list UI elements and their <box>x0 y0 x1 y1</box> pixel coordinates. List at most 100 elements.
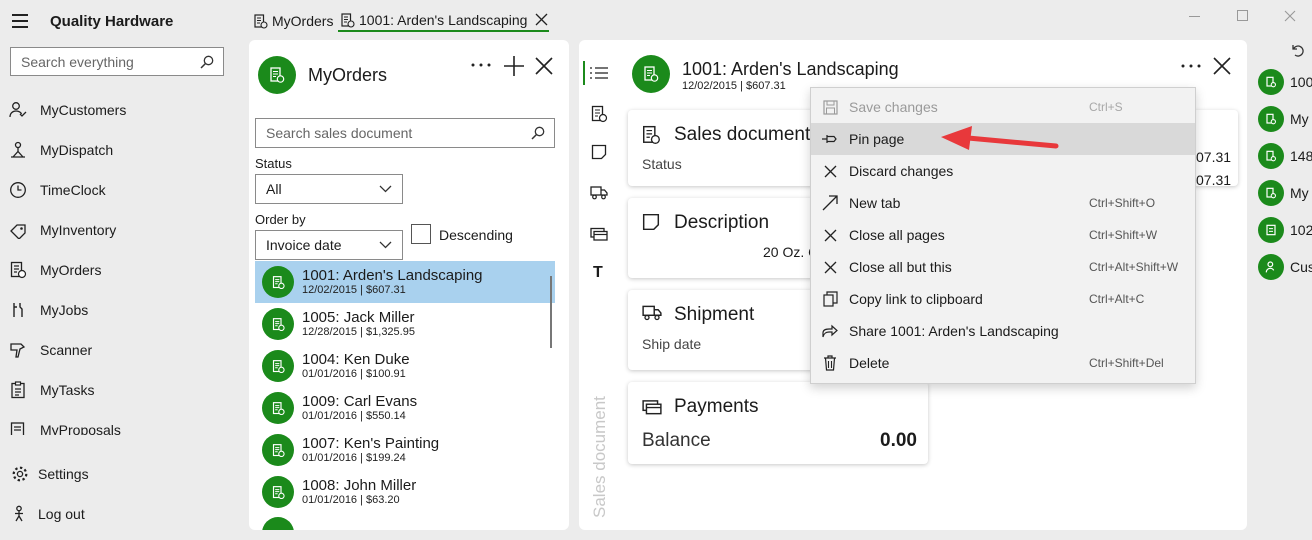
order-sub: 12/02/2015 | $607.31 <box>302 284 406 296</box>
order-row[interactable]: 1007: Ken's Painting 01/01/2016 | $199.24 <box>255 429 555 471</box>
order-row[interactable]: 1001: Arden's Landscaping 12/02/2015 | $6… <box>255 261 555 303</box>
recent-item[interactable]: My <box>1258 180 1309 206</box>
more-options-icon[interactable] <box>471 63 491 67</box>
tab-arden-landscaping[interactable]: 1001: Arden's Landscaping <box>338 10 550 32</box>
tasks-icon <box>0 381 40 399</box>
close-icon[interactable] <box>1213 57 1231 75</box>
description-text: 20 Oz. C <box>763 244 811 260</box>
sales-document-search[interactable] <box>255 118 555 148</box>
order-row[interactable]: 1009: Carl Evans 01/01/2016 | $550.14 <box>255 387 555 429</box>
search-icon[interactable] <box>200 55 214 69</box>
list-view-icon[interactable] <box>590 67 608 79</box>
nav-item-myproposals[interactable]: MyProposals <box>0 410 240 435</box>
descending-label: Descending <box>439 227 513 243</box>
orders-icon <box>0 261 40 279</box>
order-row-partial <box>262 517 294 530</box>
order-row[interactable]: 1005: Jack Miller 12/28/2015 | $1,325.95 <box>255 303 555 345</box>
add-icon[interactable] <box>504 56 524 76</box>
order-sub: 01/01/2016 | $550.14 <box>302 410 406 422</box>
recent-item[interactable]: Cus <box>1258 254 1312 280</box>
order-sub: 01/01/2016 | $100.91 <box>302 368 406 380</box>
nav-item-mydispatch[interactable]: MyDispatch <box>0 130 240 170</box>
menu-item-close-all-but-this[interactable]: Close all but this Ctrl+Alt+Shift+W <box>811 251 1195 283</box>
menu-item-new-tab[interactable]: New tab Ctrl+Shift+O <box>811 187 1195 219</box>
orders-icon <box>1258 180 1284 206</box>
menu-item-close-all-pages[interactable]: Close all pages Ctrl+Shift+W <box>811 219 1195 251</box>
menu-item-share[interactable]: Share 1001: Arden's Landscaping <box>811 315 1195 347</box>
hamburger-menu-icon[interactable] <box>12 14 28 28</box>
nav-item-label: MyTasks <box>40 382 95 398</box>
menu-item-discard-changes[interactable]: Discard changes <box>811 155 1195 187</box>
amount-value: 07.31 <box>1196 149 1232 165</box>
nav-item-label: Settings <box>38 466 89 482</box>
more-options-icon[interactable] <box>1181 64 1201 68</box>
sales-document-icon[interactable] <box>591 105 608 123</box>
order-row[interactable]: 1008: John Miller 01/01/2016 | $63.20 <box>255 471 555 513</box>
sales-search-input[interactable] <box>256 119 554 147</box>
menu-item-label: Save changes <box>849 99 938 115</box>
nav-item-label: MyInventory <box>40 222 117 238</box>
card-title: Shipment <box>674 304 755 325</box>
description-icon[interactable] <box>591 144 607 160</box>
tab-myorders[interactable]: MyOrders <box>254 10 333 32</box>
nav-item-label: Log out <box>38 506 85 522</box>
orderby-value: Invoice date <box>266 237 342 253</box>
orderby-select[interactable]: Invoice date <box>255 230 403 260</box>
orderby-label: Order by <box>255 212 306 227</box>
app-title: Quality Hardware <box>50 13 174 30</box>
search-input[interactable] <box>11 48 223 75</box>
menu-item-copy-link[interactable]: Copy link to clipboard Ctrl+Alt+C <box>811 283 1195 315</box>
nav-item-label: MyJobs <box>40 302 89 318</box>
maximize-icon[interactable] <box>1237 10 1249 22</box>
nav-item-scanner[interactable]: Scanner <box>0 330 240 370</box>
orders-icon <box>262 434 294 466</box>
nav-item-myorders[interactable]: MyOrders <box>0 250 240 290</box>
menu-item-shortcut: Ctrl+Shift+Del <box>1089 356 1164 370</box>
shipment-icon[interactable] <box>590 185 608 200</box>
tab-close-icon[interactable] <box>535 13 548 26</box>
orders-icon <box>341 12 355 28</box>
payments-icon[interactable] <box>590 227 608 241</box>
minimize-icon[interactable] <box>1189 16 1201 18</box>
menu-item-delete[interactable]: Delete Ctrl+Shift+Del <box>811 347 1195 379</box>
recent-label: My <box>1290 111 1309 127</box>
list-scrollbar[interactable] <box>550 276 552 348</box>
undo-icon[interactable] <box>1290 44 1304 57</box>
recent-item[interactable]: 148 <box>1258 143 1312 169</box>
status-select[interactable]: All <box>255 174 403 204</box>
window-close-icon[interactable] <box>1284 10 1296 22</box>
order-row[interactable]: 1004: Ken Duke 01/01/2016 | $100.91 <box>255 345 555 387</box>
recent-item[interactable]: 102 <box>1258 217 1312 243</box>
text-format-icon[interactable]: T <box>593 264 603 282</box>
nav-item-mycustomers[interactable]: MyCustomers <box>0 90 240 130</box>
menu-item-shortcut: Ctrl+Alt+C <box>1089 292 1145 306</box>
menu-item-label: Copy link to clipboard <box>849 291 983 307</box>
orders-icon <box>262 392 294 424</box>
rail-selected-indicator <box>583 61 585 85</box>
customers-icon <box>0 101 40 119</box>
vertical-section-label: Sales document <box>590 396 609 518</box>
close-icon[interactable] <box>535 57 553 75</box>
nav-item-logout[interactable]: Log out <box>0 494 240 534</box>
nav-item-myjobs[interactable]: MyJobs <box>0 290 240 330</box>
nav-item-label: TimeClock <box>40 182 106 198</box>
nav-item-timeclock[interactable]: TimeClock <box>0 170 240 210</box>
menu-item-save-changes[interactable]: Save changes Ctrl+S <box>811 91 1195 123</box>
descending-checkbox[interactable] <box>411 224 431 244</box>
nav-item-mytasks[interactable]: MyTasks <box>0 370 240 410</box>
nav-item-myinventory[interactable]: MyInventory <box>0 210 240 250</box>
chevron-down-icon <box>379 241 392 249</box>
tab-label: MyOrders <box>272 13 334 29</box>
save-icon <box>811 99 849 115</box>
menu-item-shortcut: Ctrl+S <box>1089 100 1123 114</box>
search-icon[interactable] <box>531 126 545 140</box>
nav-item-settings[interactable]: Settings <box>0 454 240 494</box>
recent-item[interactable]: 100 <box>1258 69 1312 95</box>
orders-icon <box>262 308 294 340</box>
orders-icon <box>258 56 296 94</box>
search-everything[interactable] <box>10 47 224 76</box>
card-title: Description <box>674 212 770 233</box>
sales-document-icon <box>642 125 661 145</box>
recent-label: Cus <box>1290 259 1312 275</box>
recent-item[interactable]: My <box>1258 106 1309 132</box>
